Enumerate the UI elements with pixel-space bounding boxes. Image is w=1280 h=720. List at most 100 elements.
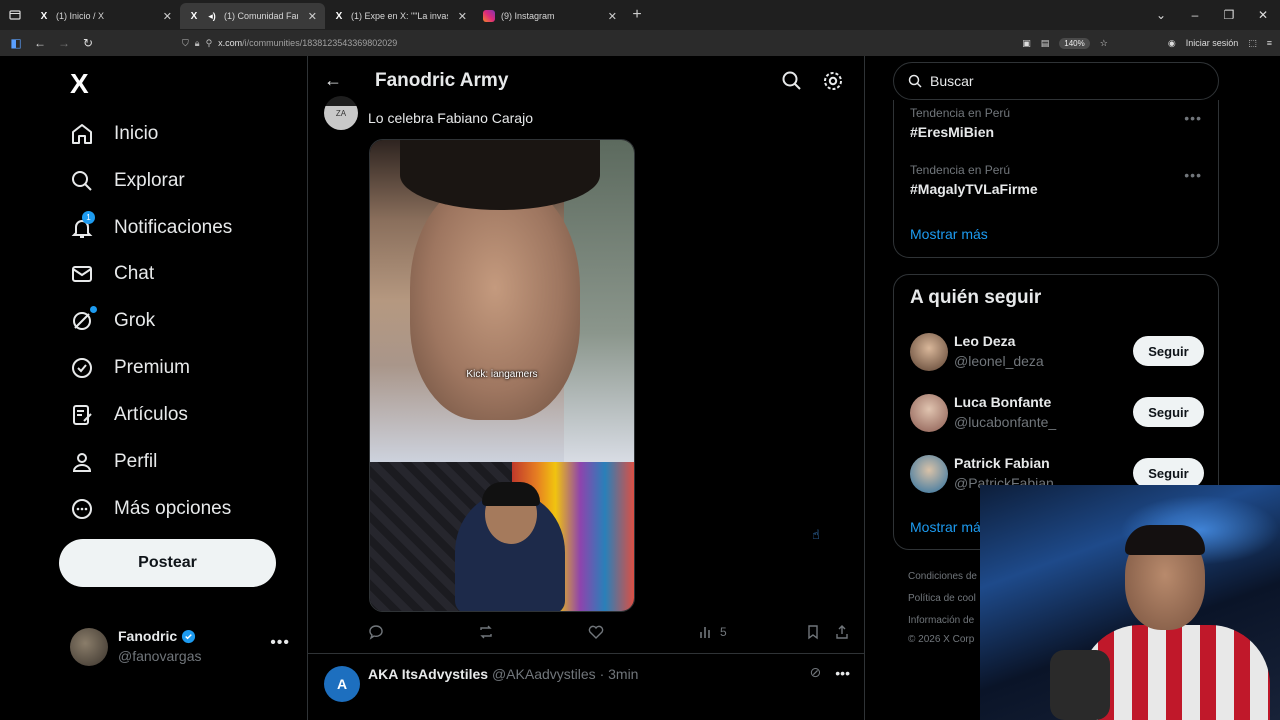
trend-more-icon[interactable]: ••• xyxy=(1184,167,1202,183)
nav-label: Chat xyxy=(114,263,155,284)
follow-suggestion[interactable]: Luca Bonfante @lucabonfante_ Seguir xyxy=(910,392,1204,436)
sidebar-toggle-icon[interactable]: ◧ xyxy=(4,36,28,50)
search-icon xyxy=(908,74,922,88)
post-actions: 5 xyxy=(368,624,848,644)
permissions-icon[interactable]: ⚲ xyxy=(206,38,213,49)
follow-button[interactable]: Seguir xyxy=(1133,458,1204,488)
footer-link[interactable]: Condiciones de xyxy=(908,571,977,582)
trend-context: Tendencia en Perú xyxy=(910,163,1011,177)
zoom-level[interactable]: 140% xyxy=(1059,37,1090,49)
close-tab-icon[interactable]: ✕ xyxy=(163,10,172,23)
sign-in-label[interactable]: Iniciar sesión xyxy=(1186,38,1239,48)
views-button[interactable]: 5 xyxy=(698,624,727,640)
follow-button[interactable]: Seguir xyxy=(1133,397,1204,427)
x-logo-icon[interactable]: X xyxy=(70,68,89,100)
footer-link[interactable]: Política de cool xyxy=(908,593,976,604)
close-tab-icon[interactable]: ✕ xyxy=(458,10,467,23)
like-button[interactable] xyxy=(588,624,604,640)
nav-item-articulos[interactable]: Artículos xyxy=(70,403,188,427)
nav-item-mas-opciones[interactable]: Más opciones xyxy=(70,497,231,521)
nav-label: Más opciones xyxy=(114,498,232,519)
back-icon[interactable]: ← xyxy=(28,36,52,50)
separator: · xyxy=(599,666,605,682)
footer-link[interactable]: Información de xyxy=(908,615,974,626)
search-input[interactable]: Buscar xyxy=(893,62,1219,100)
follow-name: Patrick Fabian xyxy=(954,455,1050,471)
microphone-icon xyxy=(1050,650,1110,720)
address-bar[interactable]: ⛉ 🔒︎ ⚲ x.com/i/communities/1838123543369… xyxy=(176,33,1070,53)
tab-title: (1) Expe en X: ""La invasión a Irá xyxy=(351,11,448,21)
search-icon[interactable] xyxy=(781,70,803,92)
heart-icon xyxy=(588,625,604,639)
speaker-icon[interactable]: ◂) xyxy=(206,10,218,22)
share-button[interactable] xyxy=(834,624,850,640)
verified-badge-icon xyxy=(72,358,92,378)
grok-dot xyxy=(90,306,97,313)
x-favicon-icon: X xyxy=(190,10,198,22)
next-post-name[interactable]: AKA ItsAdvystiles xyxy=(368,666,488,682)
nav-item-premium[interactable]: Premium xyxy=(70,356,190,380)
nav-item-inicio[interactable]: Inicio xyxy=(70,122,158,146)
follow-handle: @leonel_deza xyxy=(954,353,1044,369)
who-to-follow-title: A quién seguir xyxy=(910,287,1042,308)
close-tab-icon[interactable]: ✕ xyxy=(308,10,317,23)
nav-item-chat[interactable]: Chat xyxy=(70,262,154,286)
instagram-favicon-icon xyxy=(483,10,495,22)
lock-icon[interactable]: 🔒︎ xyxy=(195,38,200,49)
bookmark-button[interactable] xyxy=(805,624,821,640)
grok-icon[interactable]: ⊘ xyxy=(810,664,822,681)
views-count: 5 xyxy=(720,625,727,639)
show-more-link[interactable]: Mostrar más xyxy=(910,226,988,242)
nav-item-perfil[interactable]: Perfil xyxy=(70,450,157,474)
browser-tab-active[interactable]: X ◂) (1) Comunidad Fanodric Ar ✕ xyxy=(180,3,325,29)
browser-tab[interactable]: X (1) Inicio / X ✕ xyxy=(30,3,180,29)
tab-title: (1) Comunidad Fanodric Ar xyxy=(224,11,298,21)
gear-icon[interactable] xyxy=(822,70,844,92)
more-icon[interactable]: ••• xyxy=(835,665,850,681)
more-circle-icon xyxy=(72,499,92,519)
post-button[interactable]: Postear xyxy=(59,539,276,587)
more-options-icon[interactable]: ••• xyxy=(270,634,290,652)
tab-overflow-icon[interactable]: ⌄ xyxy=(1144,8,1178,22)
show-more-link[interactable]: Mostrar má xyxy=(910,519,981,535)
menu-icon[interactable]: ≡ xyxy=(1267,38,1272,48)
left-sidebar: X Inicio Explorar 1 Notificaciones Chat … xyxy=(0,56,307,720)
post-video[interactable]: Kick: iangamers xyxy=(369,139,635,612)
browser-tab[interactable]: (9) Instagram ✕ xyxy=(475,3,625,29)
trend-more-icon[interactable]: ••• xyxy=(1184,110,1202,126)
nav-item-grok[interactable]: Grok xyxy=(70,306,155,333)
follow-button[interactable]: Seguir xyxy=(1133,336,1204,366)
account-icon[interactable]: ◉ xyxy=(1168,38,1176,49)
main-column: ZA Lo celebra Fabiano Carajo Kick: ianga… xyxy=(307,56,865,720)
follow-suggestion[interactable]: Leo Deza @leonel_deza Seguir xyxy=(910,331,1204,375)
next-post-avatar[interactable]: A xyxy=(324,666,360,702)
repost-button[interactable] xyxy=(478,624,494,640)
next-post-handle[interactable]: @AKAadvystiles xyxy=(492,666,596,682)
new-tab-button[interactable]: + xyxy=(625,6,649,24)
bookmark-star-icon[interactable]: ☆ xyxy=(1100,38,1108,49)
trend-item[interactable]: Tendencia en Perú #MagalyTVLaFirme xyxy=(910,163,1038,197)
extensions-icon[interactable]: ⬚ xyxy=(1248,38,1257,49)
back-arrow-icon[interactable]: ← xyxy=(324,70,342,91)
close-tab-icon[interactable]: ✕ xyxy=(608,10,617,23)
account-switcher[interactable]: Fanodric @fanovargas ••• xyxy=(70,626,290,670)
notification-badge: 1 xyxy=(82,211,95,224)
close-window-button[interactable]: ✕ xyxy=(1246,8,1280,22)
screenshot-icon[interactable]: ▣ xyxy=(1022,38,1031,49)
browser-tab[interactable]: X (1) Expe en X: ""La invasión a Irá ✕ xyxy=(325,3,475,29)
minimize-button[interactable]: – xyxy=(1178,8,1212,22)
repost-icon xyxy=(480,625,492,639)
next-post-header: AKA ItsAdvystiles @AKAadvystiles · 3min xyxy=(368,666,638,682)
reader-icon[interactable]: ▤ xyxy=(1041,38,1050,49)
search-placeholder: Buscar xyxy=(930,73,974,89)
next-post-time[interactable]: 3min xyxy=(608,666,638,682)
tab-list-icon[interactable] xyxy=(0,0,30,30)
trend-item[interactable]: Tendencia en Perú #EresMiBien xyxy=(910,106,1010,140)
reload-icon[interactable]: ↻ xyxy=(76,36,100,50)
nav-item-explorar[interactable]: Explorar xyxy=(70,169,185,193)
maximize-button[interactable]: ❐ xyxy=(1212,8,1246,22)
shield-icon[interactable]: ⛉ xyxy=(182,38,189,49)
reply-button[interactable] xyxy=(368,624,384,640)
forward-icon[interactable]: → xyxy=(52,36,76,50)
nav-item-notificaciones[interactable]: 1 Notificaciones xyxy=(70,211,232,240)
